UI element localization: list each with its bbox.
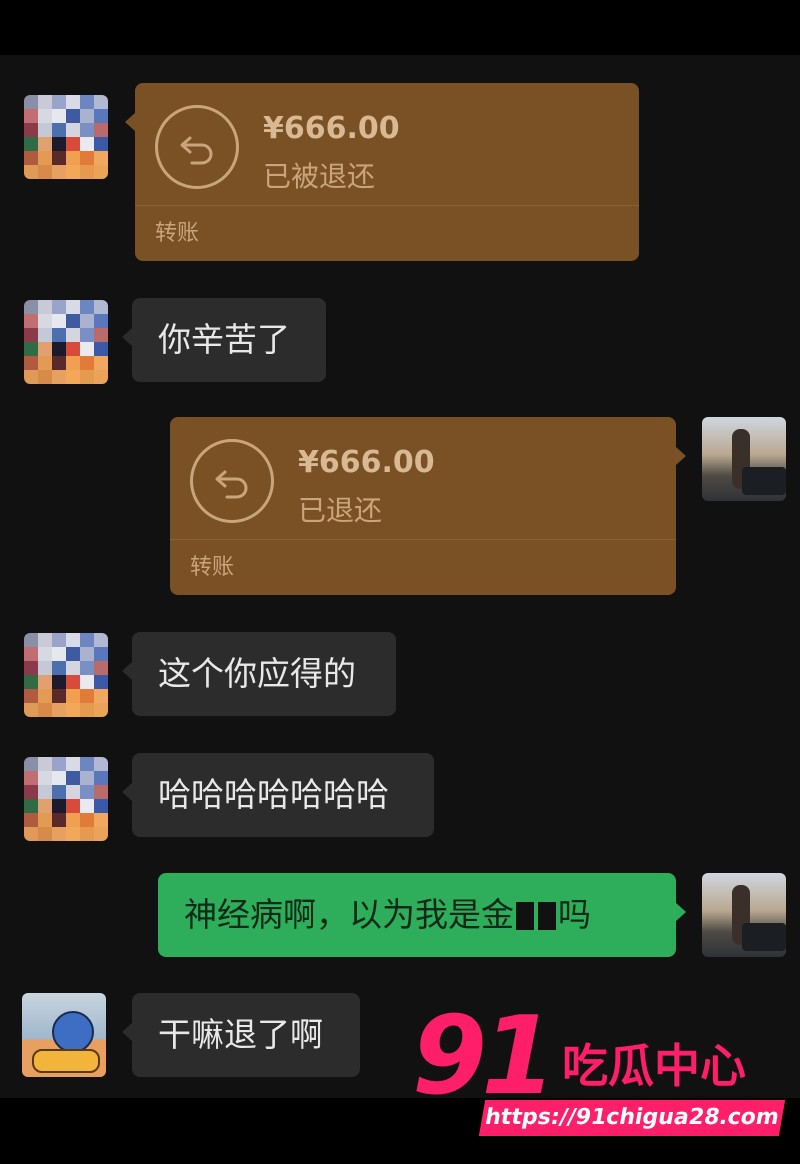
transfer-card-returned[interactable]: ¥666.00 已被退还 转账 <box>125 83 639 261</box>
transfer-amount: ¥666.00 <box>298 445 435 480</box>
watermark-url: https://91chigua28.com <box>478 1100 786 1136</box>
contact-avatar[interactable] <box>24 633 108 717</box>
my-avatar[interactable] <box>702 873 786 957</box>
transfer-divider <box>170 539 676 540</box>
transfer-divider <box>135 205 639 206</box>
transfer-status: 已被退还 <box>263 160 376 193</box>
transfer-status: 已退还 <box>298 494 383 527</box>
transfer-card-returned[interactable]: ¥666.00 已退还 转账 <box>170 417 686 595</box>
contact-avatar[interactable] <box>24 757 108 841</box>
transfer-amount: ¥666.00 <box>263 111 400 146</box>
return-arrow-icon <box>190 439 274 523</box>
redaction-mark <box>538 902 556 930</box>
redaction-mark <box>516 902 534 930</box>
message-bubble-sent[interactable]: 神经病啊，以为我是金吗 <box>158 873 686 957</box>
watermark-name: 吃瓜中心 <box>562 1039 746 1093</box>
message-bubble[interactable]: 哈哈哈哈哈哈哈 <box>122 753 434 837</box>
message-bubble[interactable]: 这个你应得的 <box>122 632 396 716</box>
message-text: 神经病啊，以为我是金吗 <box>184 895 591 934</box>
message-text: 哈哈哈哈哈哈哈 <box>158 775 389 814</box>
chat-area[interactable]: ¥666.00 已被退还 转账 你辛苦了 ¥666.00 已退还 转账 这个你应… <box>0 55 800 1098</box>
message-text: 干嘛退了啊 <box>158 1015 323 1054</box>
contact-avatar[interactable] <box>24 300 108 384</box>
transfer-label: 转账 <box>155 221 200 246</box>
message-text: 你辛苦了 <box>158 320 290 359</box>
contact-avatar[interactable] <box>24 95 108 179</box>
transfer-label: 转账 <box>190 555 235 580</box>
my-avatar[interactable] <box>702 417 786 501</box>
message-text: 这个你应得的 <box>158 654 356 693</box>
watermark: 91 吃瓜中心 https://91chigua28.com <box>412 994 792 1140</box>
return-arrow-icon <box>155 105 239 189</box>
message-bubble[interactable]: 干嘛退了啊 <box>122 993 360 1077</box>
message-bubble[interactable]: 你辛苦了 <box>122 298 326 382</box>
contact-avatar[interactable] <box>22 993 106 1077</box>
